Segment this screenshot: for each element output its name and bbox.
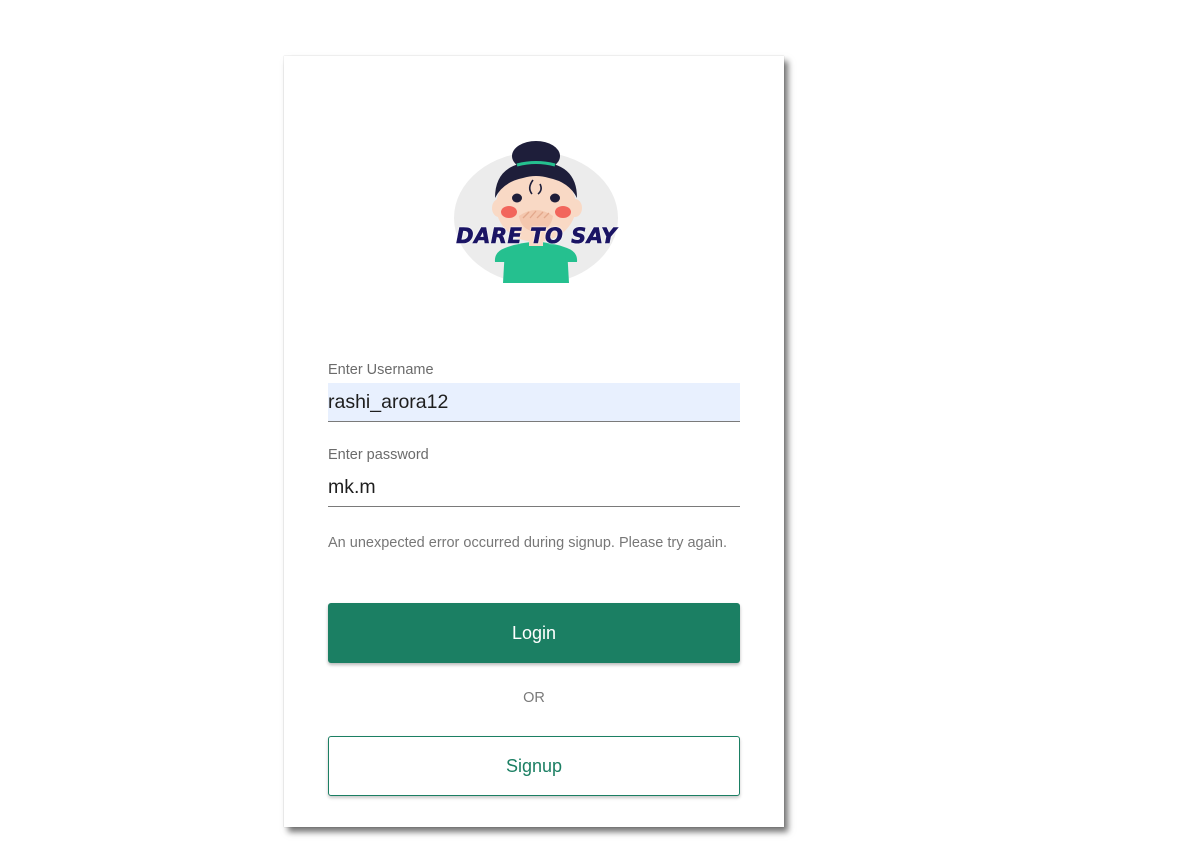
login-card: DARE TO SAY Enter Username Enter passwor…	[284, 56, 784, 827]
error-message: An unexpected error occurred during sign…	[328, 535, 727, 551]
password-input[interactable]	[328, 468, 740, 507]
girl-illustration-icon	[454, 141, 618, 283]
dare-to-say-logo: DARE TO SAY	[439, 138, 634, 283]
username-label: Enter Username	[328, 362, 434, 378]
login-button[interactable]: Login	[328, 603, 740, 663]
logo-text: DARE TO SAY	[456, 224, 617, 249]
signup-button[interactable]: Signup	[328, 736, 740, 796]
or-divider: OR	[523, 690, 545, 706]
password-label: Enter password	[328, 447, 429, 463]
username-input[interactable]	[328, 383, 740, 422]
